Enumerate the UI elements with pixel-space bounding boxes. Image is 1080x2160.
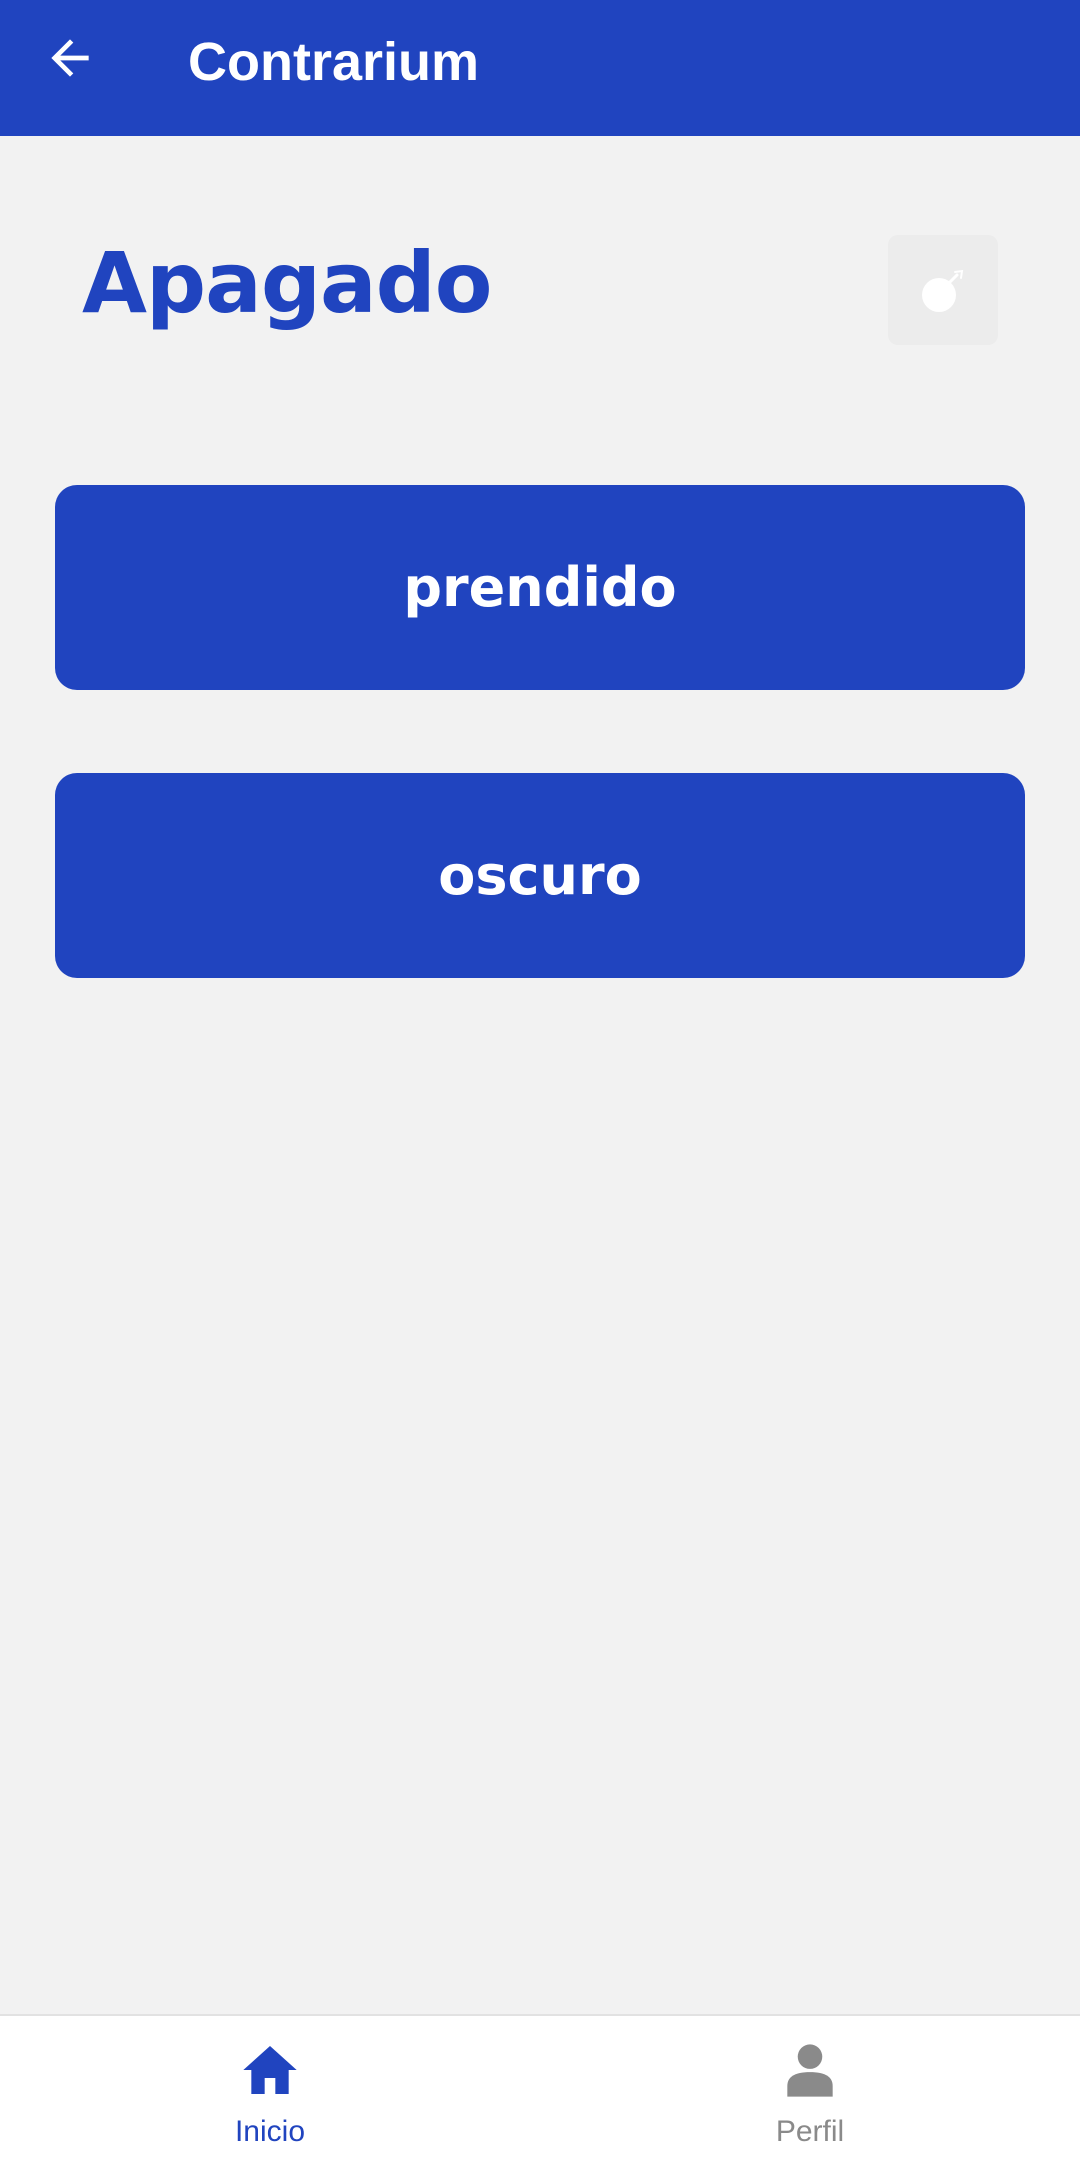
app-title: Contrarium bbox=[188, 32, 480, 92]
answer-option-label: oscuro bbox=[438, 844, 642, 907]
nav-label-inicio: Inicio bbox=[234, 2115, 306, 2148]
bottom-navigation: Inicio Perfil bbox=[0, 2014, 1080, 2160]
home-icon bbox=[238, 2038, 302, 2102]
answer-option-label: prendido bbox=[403, 556, 677, 619]
hint-button[interactable] bbox=[888, 235, 998, 345]
app-screen: Contrarium Apagado prendido oscuro Inici… bbox=[0, 0, 1080, 2160]
nav-item-perfil[interactable]: Perfil bbox=[540, 2016, 1080, 2160]
bomb-icon bbox=[922, 269, 964, 312]
answer-option-button[interactable]: oscuro bbox=[55, 773, 1025, 978]
back-button[interactable] bbox=[34, 22, 106, 94]
question-word: Apagado bbox=[82, 234, 492, 332]
app-bar: Contrarium bbox=[0, 0, 1080, 136]
arrow-left-icon bbox=[51, 39, 89, 77]
nav-item-inicio[interactable]: Inicio bbox=[0, 2016, 540, 2160]
nav-label-perfil: Perfil bbox=[775, 2115, 845, 2148]
person-icon bbox=[778, 2038, 842, 2102]
answer-option-button[interactable]: prendido bbox=[55, 485, 1025, 690]
